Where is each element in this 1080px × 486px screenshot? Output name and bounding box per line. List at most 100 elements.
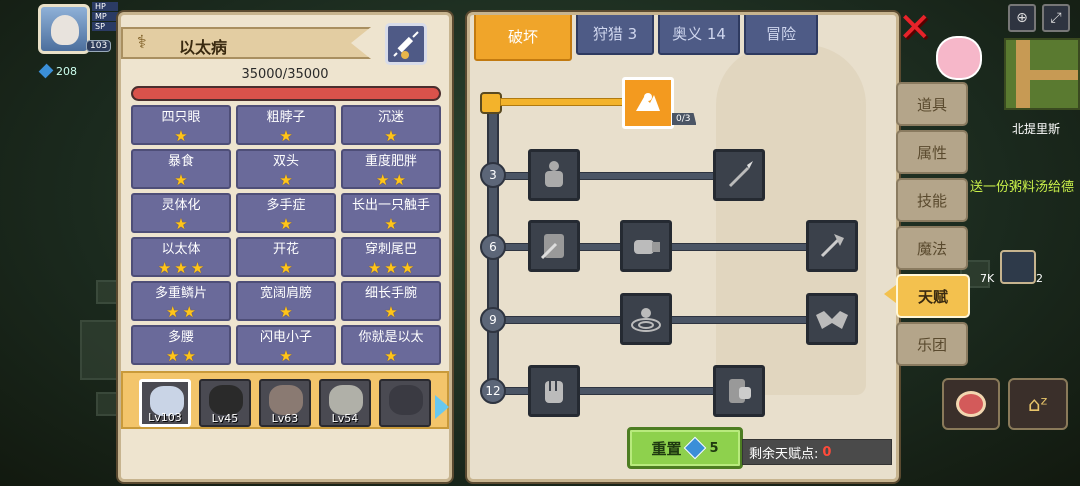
trait-stars: ★ ★ bbox=[133, 304, 229, 320]
side-menu-item[interactable]: 道具 bbox=[896, 82, 968, 126]
block-icon bbox=[729, 379, 751, 403]
trait-card[interactable]: 穿刺尾巴 ★ ★ ★ bbox=[341, 237, 441, 277]
trait-stars: ★ bbox=[238, 128, 334, 144]
dagger-skill[interactable] bbox=[713, 149, 765, 201]
trait-name: 细长手腕 bbox=[364, 286, 417, 301]
star-icon: ★ bbox=[166, 347, 180, 365]
gem-pile-icon[interactable] bbox=[1000, 250, 1036, 284]
tab-talent-1[interactable]: 狩猎 3 bbox=[576, 15, 654, 55]
tree-root-line bbox=[500, 98, 628, 106]
count-a: 7K bbox=[980, 272, 995, 285]
trait-card[interactable]: 多重鳞片 ★ ★ bbox=[131, 281, 231, 321]
star-icon: ★ bbox=[367, 259, 382, 277]
mp-label: MP bbox=[92, 12, 118, 21]
reset-button[interactable]: 重置 5 bbox=[627, 427, 743, 469]
trait-card[interactable]: 多腰 ★ ★ bbox=[131, 325, 231, 365]
trait-card[interactable]: 沉迷 ★ bbox=[341, 105, 441, 145]
trait-card[interactable]: 你就是以太 ★ bbox=[341, 325, 441, 365]
disease-icon: ⚕ bbox=[137, 32, 147, 53]
character-slot[interactable]: Lv54 bbox=[319, 379, 371, 427]
trait-stars: ★ bbox=[238, 216, 334, 232]
character-portrait bbox=[389, 385, 423, 415]
trait-card[interactable]: 闪电小子 ★ bbox=[236, 325, 336, 365]
trait-stars: ★ ★ bbox=[343, 172, 439, 188]
npc-avatar[interactable] bbox=[936, 36, 982, 80]
axe-icon bbox=[820, 234, 844, 258]
fist-skill[interactable] bbox=[528, 365, 580, 417]
star-icon: ★ bbox=[174, 215, 188, 233]
character-slot[interactable] bbox=[379, 379, 431, 427]
side-menu-item[interactable]: 技能 bbox=[896, 178, 968, 222]
side-menu-item[interactable]: 魔法 bbox=[896, 226, 968, 270]
reset-cost: 5 bbox=[709, 440, 719, 456]
globe-icon[interactable]: ⊕ bbox=[1008, 4, 1036, 32]
rest-house-icon[interactable]: ⌂ᶻ bbox=[1008, 378, 1068, 430]
trait-name: 双头 bbox=[272, 154, 299, 169]
trait-card[interactable]: 开花 ★ bbox=[236, 237, 336, 277]
star-icon: ★ bbox=[279, 303, 293, 321]
next-arrow-icon[interactable] bbox=[435, 395, 449, 419]
character-slot[interactable]: Lv63 bbox=[259, 379, 311, 427]
bat-wing-skill[interactable] bbox=[806, 293, 858, 345]
tree-root-node bbox=[480, 92, 502, 114]
ripple-icon bbox=[631, 308, 661, 332]
punch-skill[interactable] bbox=[620, 220, 672, 272]
tab-talent-3[interactable]: 冒险 bbox=[744, 15, 818, 55]
character-level: Lv103 bbox=[148, 411, 182, 424]
trait-card[interactable]: 长出一只触手 ★ bbox=[341, 193, 441, 233]
character-slot[interactable]: Lv103 bbox=[139, 379, 191, 427]
reset-label: 重置 bbox=[651, 439, 682, 458]
close-icon[interactable]: ✕ bbox=[898, 8, 934, 48]
shield-bash-skill[interactable] bbox=[528, 220, 580, 272]
side-menu-item[interactable]: 天赋 bbox=[896, 274, 970, 318]
minimap[interactable] bbox=[1004, 38, 1080, 110]
trait-card[interactable]: 重度肥胖 ★ ★ bbox=[341, 149, 441, 189]
trait-name: 多手症 bbox=[266, 198, 306, 213]
syringe-button[interactable] bbox=[385, 23, 427, 65]
trait-card[interactable]: 多手症 ★ bbox=[236, 193, 336, 233]
axe-skill[interactable] bbox=[806, 220, 858, 272]
tier-badge: 9 bbox=[480, 307, 506, 333]
trait-name: 四只眼 bbox=[161, 110, 201, 125]
syringe-icon bbox=[393, 31, 419, 59]
character-level: Lv54 bbox=[331, 412, 359, 425]
tab-talent-2[interactable]: 奥义 14 bbox=[658, 15, 740, 55]
character-portrait bbox=[209, 385, 243, 415]
player-stat-bars: HP MP SP bbox=[92, 2, 118, 32]
trait-name: 暴食 bbox=[167, 154, 194, 169]
star-icon: ★ bbox=[279, 215, 293, 233]
trait-card[interactable]: 宽阔肩膀 ★ bbox=[236, 281, 336, 321]
gem-icon bbox=[684, 436, 707, 460]
trait-card[interactable]: 细长手腕 ★ bbox=[341, 281, 441, 321]
star-icon: ★ bbox=[190, 259, 205, 277]
trait-card[interactable]: 双头 ★ bbox=[236, 149, 336, 189]
strongman-skill[interactable] bbox=[528, 149, 580, 201]
trait-stars: ★ bbox=[133, 128, 229, 144]
side-menu-item[interactable]: 属性 bbox=[896, 130, 968, 174]
star-icon: ★ bbox=[182, 347, 196, 365]
expand-icon[interactable]: ⤢ bbox=[1042, 4, 1070, 32]
arm-wrestle-skill[interactable] bbox=[622, 77, 674, 129]
trait-name: 长出一只触手 bbox=[351, 198, 430, 213]
character-slot[interactable]: Lv45 bbox=[199, 379, 251, 427]
trait-stars: ★ bbox=[133, 216, 229, 232]
player-avatar[interactable] bbox=[38, 4, 90, 54]
trait-stars: ★ bbox=[343, 216, 439, 232]
tab-talent-0[interactable]: 破坏 bbox=[474, 15, 572, 61]
gem-count-value: 208 bbox=[56, 64, 77, 78]
trait-panel: ⚕ 以太病 35000/35000 四只眼 ★ 粗脖子 ★ 沉迷 ★ 暴食 ★ 双头 ★ 重度肥胖 ★… bbox=[118, 12, 452, 482]
block-skill[interactable] bbox=[713, 365, 765, 417]
character-level: Lv63 bbox=[271, 412, 299, 425]
trait-card[interactable]: 以太体 ★ ★ ★ bbox=[131, 237, 231, 277]
trait-card[interactable]: 四只眼 ★ bbox=[131, 105, 231, 145]
ripple-skill[interactable] bbox=[620, 293, 672, 345]
trait-card[interactable]: 暴食 ★ bbox=[131, 149, 231, 189]
strongman-icon bbox=[545, 161, 563, 187]
trait-card[interactable]: 粗脖子 ★ bbox=[236, 105, 336, 145]
talent-points: 剩余天赋点: 0 bbox=[742, 439, 892, 465]
meat-icon[interactable] bbox=[942, 378, 1000, 430]
trait-stars: ★ bbox=[238, 348, 334, 364]
side-menu-item[interactable]: 乐团 bbox=[896, 322, 968, 366]
trait-card[interactable]: 灵体化 ★ bbox=[131, 193, 231, 233]
bat-wing-icon bbox=[816, 311, 848, 329]
